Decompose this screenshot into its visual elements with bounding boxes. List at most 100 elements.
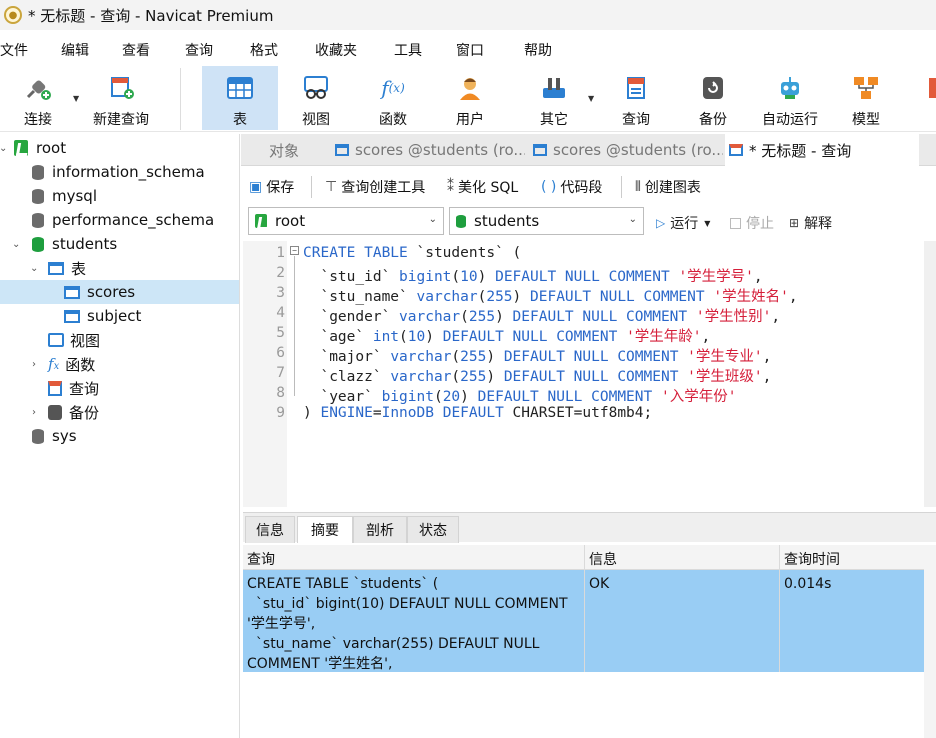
- expand-arrow-icon[interactable]: ›: [32, 359, 36, 370]
- query-builder-button[interactable]: ⊤ 查询创建工具: [325, 177, 425, 197]
- tab-profile[interactable]: 剖析: [353, 516, 407, 543]
- menu-view[interactable]: 查看: [122, 40, 150, 60]
- cell-query-line: CREATE TABLE `students` (: [247, 576, 439, 592]
- beautify-sql-button[interactable]: ⁑ 美化 SQL: [447, 177, 518, 197]
- run-button[interactable]: ▷ 运行 ▼: [656, 213, 710, 233]
- create-chart-label: 创建图表: [644, 180, 701, 196]
- menu-window[interactable]: 窗口: [456, 40, 484, 60]
- table-button[interactable]: 表: [202, 66, 278, 130]
- code-token: ,: [701, 329, 711, 345]
- code-token-kw: DEFAULT NULL COMMENT: [442, 329, 618, 345]
- line-number: 5: [276, 325, 285, 341]
- tree-group-backups[interactable]: › 备份: [0, 400, 239, 424]
- collapse-arrow-icon[interactable]: ⌄: [0, 143, 7, 154]
- cell-query: CREATE TABLE `students` ( `stu_id` bigin…: [247, 574, 583, 674]
- function-button[interactable]: f (x) 函数: [367, 66, 419, 130]
- code-token: ): [512, 289, 531, 305]
- other-button[interactable]: 其它: [528, 66, 580, 130]
- line-number: 7: [276, 365, 285, 381]
- fold-toggle-icon[interactable]: −: [290, 246, 299, 255]
- connect-button[interactable]: 连接: [14, 66, 62, 130]
- column-header-time[interactable]: 查询时间: [784, 549, 840, 569]
- collapse-arrow-icon[interactable]: ⌄: [12, 239, 20, 250]
- menu-file[interactable]: 文件: [0, 40, 28, 60]
- tree-db-performance-schema[interactable]: performance_schema: [0, 208, 239, 232]
- save-button[interactable]: ▣ 保存: [249, 177, 294, 197]
- new-query-button[interactable]: 新建查询: [88, 66, 154, 130]
- model-button[interactable]: 模型: [840, 66, 892, 130]
- menu-favorites[interactable]: 收藏夹: [315, 40, 357, 60]
- more-tools-button[interactable]: [924, 66, 936, 130]
- column-divider[interactable]: [584, 545, 585, 672]
- tab-label: scores @students (ro...: [355, 141, 525, 159]
- connect-dropdown-icon[interactable]: ▼: [73, 94, 79, 103]
- grid-scrollbar[interactable]: [924, 545, 936, 738]
- menu-edit[interactable]: 编辑: [61, 40, 89, 60]
- column-header-query[interactable]: 查询: [247, 549, 275, 569]
- database-select[interactable]: students ⌄: [449, 207, 644, 235]
- code-token-str: '学生班级': [687, 369, 763, 385]
- database-icon: [32, 164, 44, 180]
- bar-chart-icon: ⫴: [635, 179, 641, 195]
- code-token-kw: int: [372, 329, 400, 345]
- automation-label: 自动运行: [762, 112, 818, 128]
- tree-group-tables[interactable]: ⌄ 表: [0, 256, 239, 280]
- tab-scores-2[interactable]: scores @students (ro...: [529, 134, 723, 166]
- tab-objects[interactable]: 对象: [241, 134, 327, 166]
- tab-summary[interactable]: 摘要: [297, 516, 353, 543]
- code-snippet-button[interactable]: ( ) 代码段: [541, 177, 602, 197]
- query-icon: [48, 380, 62, 396]
- view-icon: [48, 333, 64, 347]
- tree-db-sys[interactable]: sys: [0, 424, 239, 448]
- save-label: 保存: [266, 180, 295, 196]
- code-token: ): [303, 405, 321, 421]
- collapse-arrow-icon[interactable]: ⌄: [30, 263, 38, 274]
- tab-info[interactable]: 信息: [245, 516, 295, 543]
- menu-query[interactable]: 查询: [185, 40, 213, 60]
- code-token-kw: InnoDB: [381, 405, 434, 421]
- tree-table-scores[interactable]: scores: [0, 280, 239, 304]
- automation-button[interactable]: 自动运行: [756, 66, 824, 130]
- tree-db-information-schema[interactable]: information_schema: [0, 160, 239, 184]
- user-button[interactable]: 用户: [444, 66, 496, 130]
- cell-query-line: COMMENT '学生姓名',: [247, 656, 393, 672]
- table-icon: [225, 74, 255, 102]
- editor-scrollbar[interactable]: [924, 241, 936, 507]
- other-dropdown-icon[interactable]: ▼: [588, 94, 594, 103]
- run-dropdown-icon[interactable]: ▼: [704, 219, 710, 228]
- tree-table-subject[interactable]: subject: [0, 304, 239, 328]
- sql-editor[interactable]: 1 2 3 4 5 6 7 8 9 − CREATE TABLE `studen…: [243, 241, 924, 507]
- save-icon: ▣: [249, 179, 263, 195]
- toolbar-separator: [180, 68, 181, 130]
- line-number: 3: [276, 285, 285, 301]
- explain-button[interactable]: ⊞ 解释: [789, 213, 832, 233]
- tree-group-views[interactable]: 视图: [0, 328, 239, 352]
- menu-tools[interactable]: 工具: [394, 40, 422, 60]
- column-divider[interactable]: [779, 545, 780, 672]
- query-icon: [621, 74, 651, 102]
- tab-label: 对象: [268, 141, 299, 160]
- tab-scores-1[interactable]: scores @students (ro...: [331, 134, 525, 166]
- tree-connection-root[interactable]: ⌄ root: [0, 136, 239, 160]
- menu-format[interactable]: 格式: [250, 40, 278, 60]
- tree-group-queries[interactable]: 查询: [0, 376, 239, 400]
- connection-select[interactable]: root ⌄: [248, 207, 444, 235]
- tab-status[interactable]: 状态: [407, 516, 459, 543]
- tab-untitled-query[interactable]: * 无标题 - 查询: [725, 134, 919, 166]
- connection-icon: [14, 140, 28, 156]
- menu-help[interactable]: 帮助: [524, 40, 552, 60]
- stop-button[interactable]: 停止: [730, 213, 774, 233]
- code-token: ): [486, 349, 504, 365]
- column-header-info[interactable]: 信息: [589, 549, 617, 569]
- query-button[interactable]: 查询: [610, 66, 662, 130]
- tree-group-functions[interactable]: › fx 函数: [0, 352, 239, 376]
- expand-arrow-icon[interactable]: ›: [32, 407, 36, 418]
- tools-icon: [539, 74, 569, 102]
- view-button[interactable]: 视图: [290, 66, 342, 130]
- tree-db-students[interactable]: ⌄ students: [0, 232, 239, 256]
- create-chart-button[interactable]: ⫴ 创建图表: [635, 177, 701, 197]
- tree-db-mysql[interactable]: mysql: [0, 184, 239, 208]
- backup-button[interactable]: 备份: [687, 66, 739, 130]
